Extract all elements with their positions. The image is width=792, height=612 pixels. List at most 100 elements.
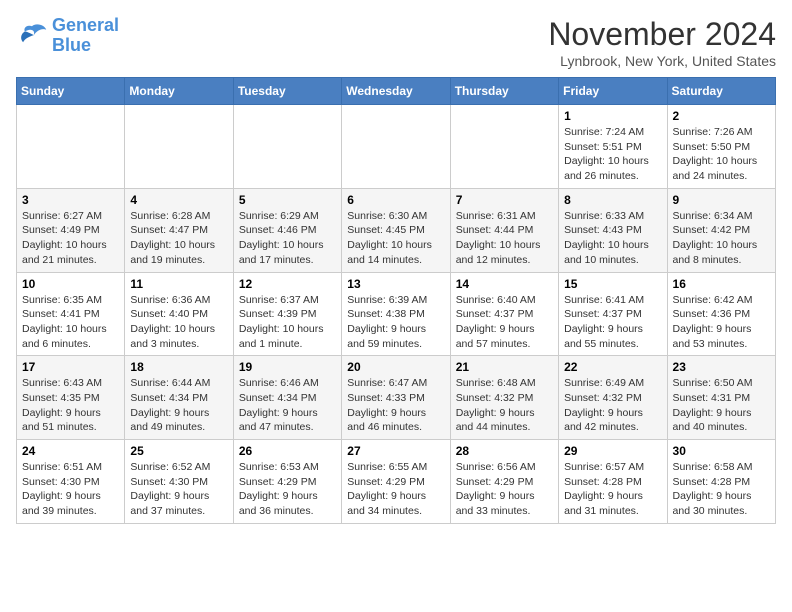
calendar-cell: 4 Sunrise: 6:28 AM Sunset: 4:47 PM Daylig… xyxy=(125,188,233,272)
day-info: Sunrise: 6:39 AM Sunset: 4:38 PM Dayligh… xyxy=(347,293,444,352)
day-number: 12 xyxy=(239,277,336,291)
calendar-cell: 25Sunrise: 6:52 AM Sunset: 4:30 PM Dayli… xyxy=(125,440,233,524)
calendar-cell: 10Sunrise: 6:35 AM Sunset: 4:41 PM Dayli… xyxy=(17,272,125,356)
logo-icon xyxy=(16,22,48,50)
day-number: 9 xyxy=(673,193,770,207)
day-info: Sunrise: 6:58 AM Sunset: 4:28 PM Dayligh… xyxy=(673,460,770,519)
calendar-cell: 17Sunrise: 6:43 AM Sunset: 4:35 PM Dayli… xyxy=(17,356,125,440)
weekday-header-saturday: Saturday xyxy=(667,78,775,105)
calendar-cell xyxy=(450,105,558,189)
day-number: 18 xyxy=(130,360,227,374)
day-number: 2 xyxy=(673,109,770,123)
day-info: Sunrise: 6:53 AM Sunset: 4:29 PM Dayligh… xyxy=(239,460,336,519)
day-number: 14 xyxy=(456,277,553,291)
day-info: Sunrise: 6:43 AM Sunset: 4:35 PM Dayligh… xyxy=(22,376,119,435)
calendar-cell: 22Sunrise: 6:49 AM Sunset: 4:32 PM Dayli… xyxy=(559,356,667,440)
day-info: Sunrise: 6:56 AM Sunset: 4:29 PM Dayligh… xyxy=(456,460,553,519)
calendar-cell: 16 Sunrise: 6:42 AM Sunset: 4:36 PM Dayli… xyxy=(667,272,775,356)
day-info: Sunrise: 7:24 AM Sunset: 5:51 PM Dayligh… xyxy=(564,125,661,184)
week-row-1: 1 Sunrise: 7:24 AM Sunset: 5:51 PM Daylig… xyxy=(17,105,776,189)
month-title: November 2024 xyxy=(548,16,776,53)
day-number: 25 xyxy=(130,444,227,458)
logo-text: General Blue xyxy=(52,16,119,56)
day-number: 3 xyxy=(22,193,119,207)
calendar-cell xyxy=(125,105,233,189)
day-info: Sunrise: 6:44 AM Sunset: 4:34 PM Dayligh… xyxy=(130,376,227,435)
calendar-cell: 21 Sunrise: 6:48 AM Sunset: 4:32 PM Dayli… xyxy=(450,356,558,440)
weekday-header-monday: Monday xyxy=(125,78,233,105)
day-number: 11 xyxy=(130,277,227,291)
day-number: 7 xyxy=(456,193,553,207)
week-row-5: 24 Sunrise: 6:51 AM Sunset: 4:30 PM Dayli… xyxy=(17,440,776,524)
day-number: 28 xyxy=(456,444,553,458)
calendar-cell: 8 Sunrise: 6:33 AM Sunset: 4:43 PM Daylig… xyxy=(559,188,667,272)
day-info: Sunrise: 6:30 AM Sunset: 4:45 PM Dayligh… xyxy=(347,209,444,268)
day-number: 26 xyxy=(239,444,336,458)
day-number: 19 xyxy=(239,360,336,374)
week-row-4: 17Sunrise: 6:43 AM Sunset: 4:35 PM Dayli… xyxy=(17,356,776,440)
day-info: Sunrise: 6:34 AM Sunset: 4:42 PM Dayligh… xyxy=(673,209,770,268)
calendar-cell: 5 Sunrise: 6:29 AM Sunset: 4:46 PM Daylig… xyxy=(233,188,341,272)
calendar-cell: 11 Sunrise: 6:36 AM Sunset: 4:40 PM Dayli… xyxy=(125,272,233,356)
day-info: Sunrise: 6:37 AM Sunset: 4:39 PM Dayligh… xyxy=(239,293,336,352)
day-info: Sunrise: 6:48 AM Sunset: 4:32 PM Dayligh… xyxy=(456,376,553,435)
calendar-cell: 9 Sunrise: 6:34 AM Sunset: 4:42 PM Daylig… xyxy=(667,188,775,272)
calendar-cell: 13 Sunrise: 6:39 AM Sunset: 4:38 PM Dayli… xyxy=(342,272,450,356)
calendar-cell: 14 Sunrise: 6:40 AM Sunset: 4:37 PM Dayli… xyxy=(450,272,558,356)
day-info: Sunrise: 6:46 AM Sunset: 4:34 PM Dayligh… xyxy=(239,376,336,435)
day-number: 21 xyxy=(456,360,553,374)
day-info: Sunrise: 6:36 AM Sunset: 4:40 PM Dayligh… xyxy=(130,293,227,352)
calendar-cell xyxy=(342,105,450,189)
calendar-cell xyxy=(233,105,341,189)
day-number: 27 xyxy=(347,444,444,458)
calendar-cell: 26 Sunrise: 6:53 AM Sunset: 4:29 PM Dayli… xyxy=(233,440,341,524)
calendar-cell: 19 Sunrise: 6:46 AM Sunset: 4:34 PM Dayli… xyxy=(233,356,341,440)
day-info: Sunrise: 6:33 AM Sunset: 4:43 PM Dayligh… xyxy=(564,209,661,268)
day-info: Sunrise: 6:42 AM Sunset: 4:36 PM Dayligh… xyxy=(673,293,770,352)
day-number: 10 xyxy=(22,277,119,291)
day-info: Sunrise: 6:27 AM Sunset: 4:49 PM Dayligh… xyxy=(22,209,119,268)
day-info: Sunrise: 6:29 AM Sunset: 4:46 PM Dayligh… xyxy=(239,209,336,268)
weekday-header-sunday: Sunday xyxy=(17,78,125,105)
calendar-cell: 20 Sunrise: 6:47 AM Sunset: 4:33 PM Dayli… xyxy=(342,356,450,440)
week-row-3: 10Sunrise: 6:35 AM Sunset: 4:41 PM Dayli… xyxy=(17,272,776,356)
day-info: Sunrise: 6:31 AM Sunset: 4:44 PM Dayligh… xyxy=(456,209,553,268)
day-number: 15 xyxy=(564,277,661,291)
day-number: 1 xyxy=(564,109,661,123)
day-number: 23 xyxy=(673,360,770,374)
day-number: 24 xyxy=(22,444,119,458)
day-number: 30 xyxy=(673,444,770,458)
day-number: 16 xyxy=(673,277,770,291)
page-header: General Blue November 2024 Lynbrook, New… xyxy=(16,16,776,69)
day-number: 13 xyxy=(347,277,444,291)
day-number: 4 xyxy=(130,193,227,207)
calendar-cell: 30 Sunrise: 6:58 AM Sunset: 4:28 PM Dayli… xyxy=(667,440,775,524)
calendar-cell: 27Sunrise: 6:55 AM Sunset: 4:29 PM Dayli… xyxy=(342,440,450,524)
weekday-header-row: SundayMondayTuesdayWednesdayThursdayFrid… xyxy=(17,78,776,105)
day-number: 20 xyxy=(347,360,444,374)
week-row-2: 3 Sunrise: 6:27 AM Sunset: 4:49 PM Daylig… xyxy=(17,188,776,272)
calendar-cell: 6 Sunrise: 6:30 AM Sunset: 4:45 PM Daylig… xyxy=(342,188,450,272)
calendar-cell: 2Sunrise: 7:26 AM Sunset: 5:50 PM Daylig… xyxy=(667,105,775,189)
day-info: Sunrise: 6:51 AM Sunset: 4:30 PM Dayligh… xyxy=(22,460,119,519)
weekday-header-wednesday: Wednesday xyxy=(342,78,450,105)
day-number: 6 xyxy=(347,193,444,207)
calendar-cell: 23 Sunrise: 6:50 AM Sunset: 4:31 PM Dayli… xyxy=(667,356,775,440)
day-number: 5 xyxy=(239,193,336,207)
day-info: Sunrise: 6:28 AM Sunset: 4:47 PM Dayligh… xyxy=(130,209,227,268)
day-info: Sunrise: 6:50 AM Sunset: 4:31 PM Dayligh… xyxy=(673,376,770,435)
weekday-header-tuesday: Tuesday xyxy=(233,78,341,105)
day-number: 8 xyxy=(564,193,661,207)
calendar-cell: 28 Sunrise: 6:56 AM Sunset: 4:29 PM Dayli… xyxy=(450,440,558,524)
day-info: Sunrise: 6:49 AM Sunset: 4:32 PM Dayligh… xyxy=(564,376,661,435)
calendar-cell: 15 Sunrise: 6:41 AM Sunset: 4:37 PM Dayli… xyxy=(559,272,667,356)
day-info: Sunrise: 6:40 AM Sunset: 4:37 PM Dayligh… xyxy=(456,293,553,352)
day-info: Sunrise: 6:47 AM Sunset: 4:33 PM Dayligh… xyxy=(347,376,444,435)
calendar-cell: 1 Sunrise: 7:24 AM Sunset: 5:51 PM Daylig… xyxy=(559,105,667,189)
title-block: November 2024 Lynbrook, New York, United… xyxy=(548,16,776,69)
calendar-cell: 12 Sunrise: 6:37 AM Sunset: 4:39 PM Dayli… xyxy=(233,272,341,356)
calendar-cell: 24 Sunrise: 6:51 AM Sunset: 4:30 PM Dayli… xyxy=(17,440,125,524)
calendar-cell: 29Sunrise: 6:57 AM Sunset: 4:28 PM Dayli… xyxy=(559,440,667,524)
weekday-header-thursday: Thursday xyxy=(450,78,558,105)
day-info: Sunrise: 6:41 AM Sunset: 4:37 PM Dayligh… xyxy=(564,293,661,352)
